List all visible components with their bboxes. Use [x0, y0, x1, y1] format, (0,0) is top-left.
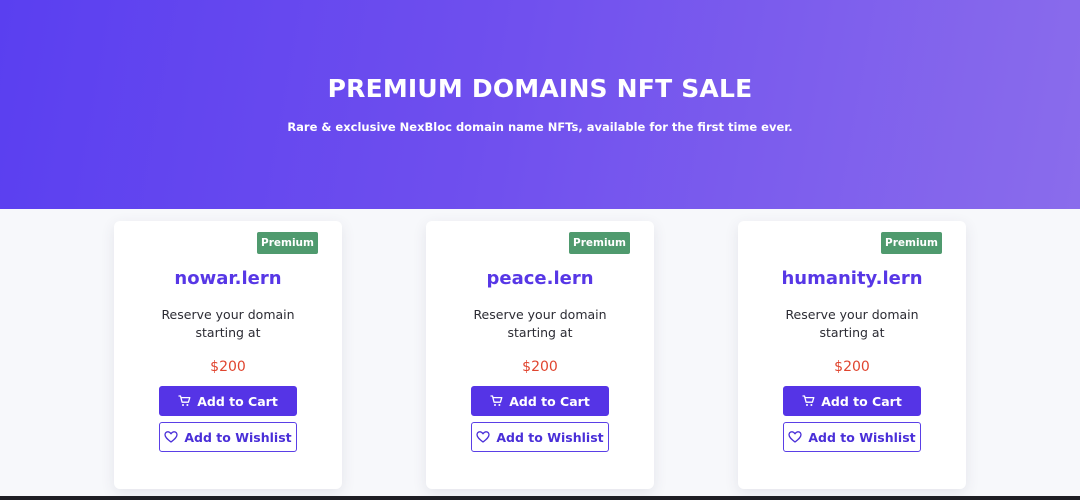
premium-badge: Premium [881, 232, 942, 254]
add-to-wishlist-label: Add to Wishlist [496, 429, 604, 445]
description-line: Reserve your domain [785, 307, 919, 322]
hero-banner: PREMIUM DOMAINS NFT SALE Rare & exclusiv… [0, 0, 1080, 209]
add-to-wishlist-label: Add to Wishlist [184, 429, 292, 445]
price: $200 [522, 359, 558, 375]
description-line: starting at [507, 325, 573, 340]
domain-card: Premium peace.lern Reserve your domain s… [426, 221, 654, 489]
add-to-cart-label: Add to Cart [197, 393, 278, 409]
add-to-cart-button[interactable]: Add to Cart [783, 386, 921, 416]
description-line: Reserve your domain [161, 307, 295, 322]
bottom-edge-bar [0, 496, 1080, 500]
domain-name[interactable]: humanity.lern [738, 268, 966, 289]
domain-description: Reserve your domain starting at [768, 306, 936, 342]
heart-icon [476, 431, 491, 443]
domain-description: Reserve your domain starting at [144, 306, 312, 342]
heart-icon [164, 431, 179, 443]
cart-icon [490, 395, 503, 407]
page-subtitle: Rare & exclusive NexBloc domain name NFT… [287, 120, 793, 134]
premium-badge: Premium [569, 232, 630, 254]
description-line: Reserve your domain [473, 307, 607, 322]
domain-description: Reserve your domain starting at [456, 306, 624, 342]
price: $200 [834, 359, 870, 375]
domain-name[interactable]: peace.lern [426, 268, 654, 289]
domain-card: Premium nowar.lern Reserve your domain s… [114, 221, 342, 489]
heart-icon [788, 431, 803, 443]
add-to-wishlist-button[interactable]: Add to Wishlist [783, 422, 921, 452]
add-to-cart-button[interactable]: Add to Cart [471, 386, 609, 416]
premium-badge: Premium [257, 232, 318, 254]
add-to-cart-button[interactable]: Add to Cart [159, 386, 297, 416]
description-line: starting at [195, 325, 261, 340]
cart-icon [802, 395, 815, 407]
cart-icon [178, 395, 191, 407]
description-line: starting at [819, 325, 885, 340]
add-to-cart-label: Add to Cart [509, 393, 590, 409]
add-to-wishlist-button[interactable]: Add to Wishlist [159, 422, 297, 452]
add-to-cart-label: Add to Cart [821, 393, 902, 409]
add-to-wishlist-button[interactable]: Add to Wishlist [471, 422, 609, 452]
domain-name[interactable]: nowar.lern [114, 268, 342, 289]
page-title: PREMIUM DOMAINS NFT SALE [327, 74, 753, 103]
domain-card: Premium humanity.lern Reserve your domai… [738, 221, 966, 489]
add-to-wishlist-label: Add to Wishlist [808, 429, 916, 445]
price: $200 [210, 359, 246, 375]
